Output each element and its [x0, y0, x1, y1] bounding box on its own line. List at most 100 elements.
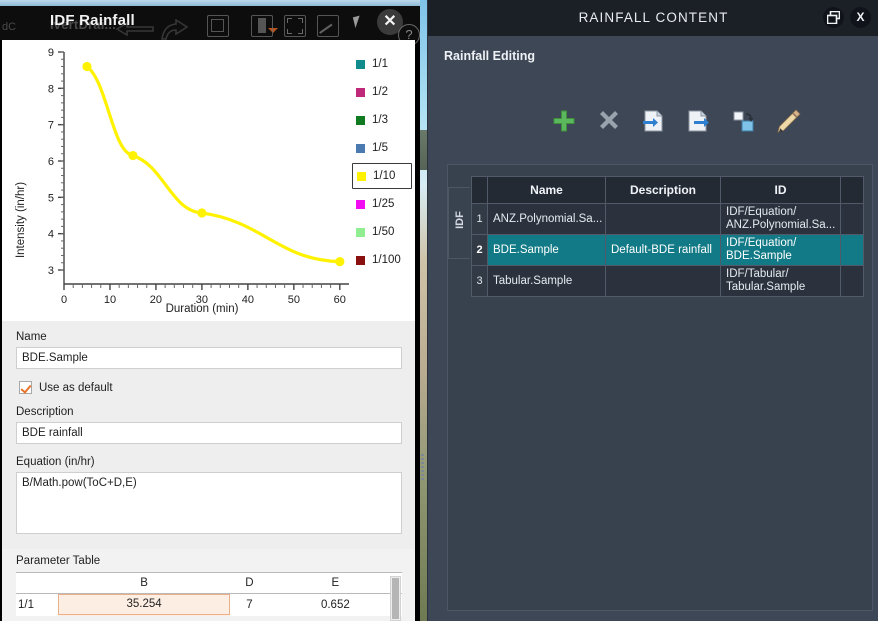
legend-item-1-2[interactable]: 1/2 — [352, 78, 412, 106]
legend-swatch-icon — [356, 227, 365, 237]
idf-rainfall-window: dC IvertDrai... IDF Rainfall ✕ ? 3 4 5 6 7 8 9… — [0, 0, 420, 621]
name-label: Name — [16, 331, 47, 343]
legend-swatch-icon — [356, 59, 365, 69]
table-row[interactable]: 3 Tabular.Sample IDF/Tabular/Tabular.Sampl… — [471, 265, 864, 297]
svg-text:9: 9 — [48, 47, 54, 59]
legend-item-1-50[interactable]: 1/50 — [352, 218, 412, 246]
legend-swatch-icon — [356, 87, 365, 97]
cell-description[interactable] — [605, 265, 721, 297]
svg-text:0: 0 — [61, 294, 67, 306]
svg-text:50: 50 — [288, 294, 300, 306]
delete-icon[interactable] — [596, 108, 622, 134]
cell-id[interactable]: IDF/Equation/BDE.Sample — [720, 234, 841, 266]
close-icon[interactable]: X — [850, 7, 871, 28]
rainfall-content-titlebar: RAINFALL CONTENT X — [428, 0, 878, 36]
fullscreen-icon[interactable] — [284, 15, 306, 37]
parameter-table-row[interactable]: 1/1 35.254 7 0.652 — [16, 593, 402, 616]
legend-swatch-icon — [356, 255, 365, 265]
restore-icon[interactable] — [823, 7, 844, 28]
rainfall-editing-heading: Rainfall Editing — [444, 49, 535, 63]
cell-id[interactable]: IDF/Tabular/Tabular.Sample — [720, 265, 841, 297]
table-row[interactable]: 1 ANZ.Polynomial.Sa... IDF/Equation/ANZ.Po… — [471, 203, 864, 235]
legend-item-1-10[interactable]: 1/10 — [352, 163, 412, 189]
table-header-row: Name Description ID — [471, 176, 864, 204]
table-row[interactable]: 2 BDE.Sample Default-BDE rainfall IDF/Equat… — [471, 234, 864, 266]
row-number: 2 — [471, 234, 488, 266]
table-column-header[interactable] — [840, 176, 864, 204]
edit-pencil-icon[interactable] — [776, 108, 802, 134]
x-axis-label: Duration (min) — [166, 303, 239, 315]
pointer-icon[interactable] — [352, 14, 366, 29]
svg-text:40: 40 — [242, 294, 254, 306]
parameter-column-header — [16, 572, 58, 594]
table-column-header[interactable] — [471, 176, 488, 204]
rainfall-editing-toolbar — [551, 108, 802, 134]
legend-label: 1/1 — [372, 58, 388, 70]
cell-spacer — [840, 265, 864, 297]
parameter-table-scrollbar[interactable] — [390, 576, 401, 621]
svg-text:8: 8 — [48, 83, 54, 95]
cell-description[interactable] — [605, 203, 721, 235]
cell-name[interactable]: BDE.Sample — [487, 234, 606, 266]
cell-id[interactable]: IDF/Equation/ANZ.Polynomial.Sa... — [720, 203, 841, 235]
sidebar-item-idf[interactable]: IDF — [448, 187, 470, 259]
cell-spacer — [840, 203, 864, 235]
table-column-header[interactable]: Description — [605, 176, 721, 204]
parameter-cell-B[interactable]: 35.254 — [58, 593, 231, 616]
add-icon[interactable] — [551, 108, 577, 134]
cell-description[interactable]: Default-BDE rainfall — [605, 234, 721, 266]
copy-window-icon[interactable] — [207, 15, 229, 37]
chart-legend: 1/1 1/2 1/3 1/5 1/10 1/25 1/50 1/100 — [352, 50, 412, 274]
parameter-cell-D[interactable]: 7 — [230, 594, 268, 616]
svg-text:5: 5 — [48, 192, 54, 204]
legend-swatch-icon — [356, 143, 365, 153]
parameter-table-header: BDE — [16, 572, 402, 594]
rainfall-content-window: RAINFALL CONTENT X Rainfall Editing IDF … — [427, 0, 878, 621]
legend-swatch-icon — [356, 115, 365, 125]
idf-table-panel: IDF Name Description ID 1 ANZ.Polynomial.Sa… — [447, 164, 873, 611]
name-input[interactable] — [16, 347, 402, 369]
idf-tab-label: IDF — [454, 211, 466, 229]
svg-text:20: 20 — [150, 294, 162, 306]
rainfall-content-body: Rainfall Editing IDF Name Description ID… — [436, 36, 878, 621]
svg-text:6: 6 — [48, 156, 54, 168]
parameter-row-label: 1/1 — [18, 598, 34, 611]
legend-item-1-1[interactable]: 1/1 — [352, 50, 412, 78]
cell-name[interactable]: Tabular.Sample — [487, 265, 606, 297]
import-icon[interactable] — [641, 108, 667, 134]
use-as-default-row[interactable]: Use as default — [19, 381, 401, 394]
legend-item-1-3[interactable]: 1/3 — [352, 106, 412, 134]
legend-item-1-25[interactable]: 1/25 — [352, 190, 412, 218]
duplicate-icon[interactable] — [731, 108, 757, 134]
cell-name[interactable]: ANZ.Polynomial.Sa... — [487, 203, 606, 235]
legend-item-1-100[interactable]: 1/100 — [352, 246, 412, 274]
splitter-grip[interactable] — [420, 452, 427, 480]
legend-label: 1/25 — [372, 198, 395, 210]
legend-label: 1/10 — [373, 170, 396, 182]
edit-shape-icon[interactable] — [317, 15, 339, 37]
back-arrow-icon[interactable] — [113, 20, 155, 38]
row-number: 3 — [471, 265, 488, 297]
table-column-header[interactable]: ID — [720, 176, 841, 204]
svg-text:10: 10 — [104, 294, 116, 306]
equation-textarea[interactable] — [16, 472, 402, 534]
parameter-table-title: Parameter Table — [16, 555, 101, 567]
parameter-column-header: E — [268, 572, 402, 594]
book-icon[interactable] — [251, 15, 273, 37]
legend-item-1-5[interactable]: 1/5 — [352, 134, 412, 162]
forward-arrow-icon[interactable] — [160, 19, 190, 41]
background-label-left: dC — [2, 21, 17, 33]
parameter-cell-E[interactable]: 0.652 — [269, 594, 402, 616]
legend-label: 1/3 — [372, 114, 388, 126]
parameter-table: BDE 1/1 35.254 7 0.652 — [16, 572, 402, 616]
legend-swatch-icon — [356, 199, 365, 209]
description-input[interactable] — [16, 422, 402, 444]
y-axis-label: Intensity (in/hr) — [15, 182, 27, 258]
equation-label: Equation (in/hr) — [16, 456, 95, 468]
table-column-header[interactable]: Name — [487, 176, 606, 204]
use-as-default-checkbox[interactable] — [19, 381, 32, 394]
use-as-default-label: Use as default — [39, 381, 113, 394]
svg-text:3: 3 — [48, 265, 54, 277]
legend-label: 1/100 — [372, 254, 401, 266]
export-icon[interactable] — [686, 108, 712, 134]
